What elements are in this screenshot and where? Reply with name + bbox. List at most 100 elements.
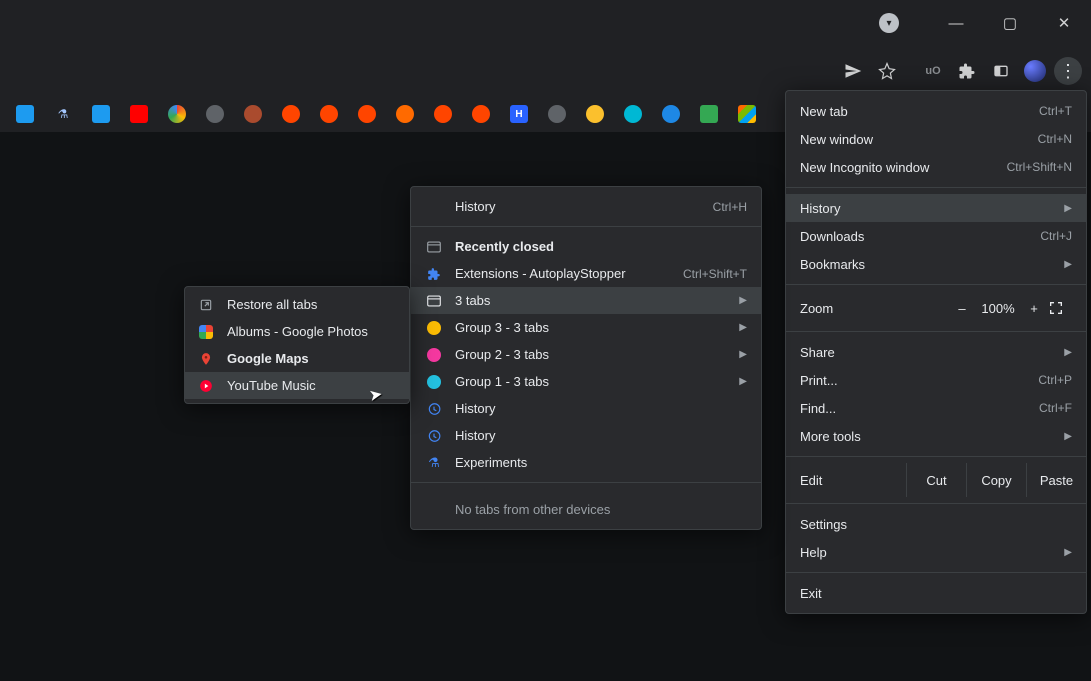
- browser-toolbar: uO ⋮: [0, 46, 1091, 96]
- bookmark-icon[interactable]: [358, 105, 376, 123]
- menu-separator: [786, 187, 1086, 188]
- history-item-group2[interactable]: Group 2 - 3 tabs▶: [411, 341, 761, 368]
- menu-separator: [786, 572, 1086, 573]
- edit-cut-button[interactable]: Cut: [906, 463, 966, 497]
- flask-icon: ⚗: [425, 454, 443, 472]
- history-item-group3[interactable]: Group 3 - 3 tabs▶: [411, 314, 761, 341]
- menu-item-edit: Edit Cut Copy Paste: [786, 463, 1086, 497]
- bookmark-icon[interactable]: [130, 105, 148, 123]
- history-item-extension[interactable]: Extensions - AutoplayStopperCtrl+Shift+T: [411, 260, 761, 287]
- zoom-out-button[interactable]: –: [948, 301, 976, 316]
- bookmark-icon[interactable]: H: [510, 105, 528, 123]
- group-dot-icon: [425, 319, 443, 337]
- menu-item-share[interactable]: Share▶: [786, 338, 1086, 366]
- group-dot-icon: [425, 373, 443, 391]
- edit-paste-button[interactable]: Paste: [1026, 463, 1086, 497]
- window-titlebar: ▾ — ▢ ✕: [0, 0, 1091, 46]
- menu-item-zoom: Zoom – 100% +: [786, 291, 1086, 325]
- menu-item-print[interactable]: Print...Ctrl+P: [786, 366, 1086, 394]
- bookmark-icon[interactable]: [548, 105, 566, 123]
- menu-separator: [411, 226, 761, 227]
- history-item-3tabs[interactable]: 3 tabs▶: [411, 287, 761, 314]
- fullscreen-icon[interactable]: [1048, 300, 1072, 316]
- menu-item-new-window[interactable]: New windowCtrl+N: [786, 125, 1086, 153]
- history-item-experiments[interactable]: ⚗ Experiments: [411, 449, 761, 476]
- google-photos-icon: [197, 323, 215, 341]
- submenu-restore-all[interactable]: Restore all tabs: [185, 291, 409, 318]
- bookmark-icon[interactable]: [662, 105, 680, 123]
- bookmark-icon[interactable]: [92, 105, 110, 123]
- zoom-label: Zoom: [800, 301, 948, 316]
- menu-item-settings[interactable]: Settings: [786, 510, 1086, 538]
- bookmark-icon[interactable]: [738, 105, 756, 123]
- chrome-main-menu: New tabCtrl+T New windowCtrl+N New Incog…: [785, 90, 1087, 614]
- youtube-music-icon: [197, 377, 215, 395]
- menu-separator: [411, 482, 761, 483]
- window-controls: — ▢ ✕: [929, 0, 1091, 46]
- bookmark-icon[interactable]: [472, 105, 490, 123]
- zoom-in-button[interactable]: +: [1020, 301, 1048, 316]
- menu-item-more-tools[interactable]: More tools▶: [786, 422, 1086, 450]
- menu-separator: [786, 503, 1086, 504]
- send-icon[interactable]: [840, 58, 866, 84]
- window-icon: [425, 238, 443, 256]
- star-icon[interactable]: [874, 58, 900, 84]
- menu-separator: [786, 284, 1086, 285]
- chevron-right-icon: ▶: [739, 322, 747, 333]
- ublock-icon[interactable]: uO: [920, 58, 946, 84]
- bookmark-icon[interactable]: [168, 105, 186, 123]
- bookmark-icon[interactable]: [624, 105, 642, 123]
- chrome-menu-button[interactable]: ⋮: [1054, 57, 1082, 85]
- submenu-albums[interactable]: Albums - Google Photos: [185, 318, 409, 345]
- menu-item-exit[interactable]: Exit: [786, 579, 1086, 607]
- cast-dropdown-icon[interactable]: ▾: [879, 13, 899, 33]
- chevron-right-icon: ▶: [739, 295, 747, 306]
- history-clock-icon: [425, 400, 443, 418]
- external-link-icon: [197, 296, 215, 314]
- history-clock-icon: [425, 427, 443, 445]
- chevron-right-icon: ▶: [739, 376, 747, 387]
- puzzle-icon: [425, 265, 443, 283]
- bookmark-icon[interactable]: ⚗: [54, 105, 72, 123]
- no-other-devices-label: No tabs from other devices: [411, 489, 761, 529]
- bookmark-icon[interactable]: [320, 105, 338, 123]
- maximize-button[interactable]: ▢: [983, 0, 1037, 46]
- history-item-history1[interactable]: History: [411, 395, 761, 422]
- menu-item-downloads[interactable]: DownloadsCtrl+J: [786, 222, 1086, 250]
- menu-item-history[interactable]: History▶: [786, 194, 1086, 222]
- chevron-right-icon: ▶: [739, 349, 747, 360]
- close-button[interactable]: ✕: [1037, 0, 1091, 46]
- extensions-icon[interactable]: [954, 58, 980, 84]
- history-item-group1[interactable]: Group 1 - 3 tabs▶: [411, 368, 761, 395]
- avatar-icon[interactable]: [1022, 58, 1048, 84]
- bookmark-icon[interactable]: [396, 105, 414, 123]
- submenu-google-maps[interactable]: Google Maps: [185, 345, 409, 372]
- chevron-right-icon: ▶: [1064, 347, 1072, 358]
- bookmark-icon[interactable]: [206, 105, 224, 123]
- minimize-button[interactable]: —: [929, 0, 983, 46]
- edit-copy-button[interactable]: Copy: [966, 463, 1026, 497]
- chevron-right-icon: ▶: [1064, 431, 1072, 442]
- bookmark-icon[interactable]: [16, 105, 34, 123]
- tab-icon[interactable]: [988, 58, 1014, 84]
- menu-item-find[interactable]: Find...Ctrl+F: [786, 394, 1086, 422]
- bookmark-icon[interactable]: [282, 105, 300, 123]
- menu-item-incognito[interactable]: New Incognito windowCtrl+Shift+N: [786, 153, 1086, 181]
- chevron-right-icon: ▶: [1064, 547, 1072, 558]
- menu-item-bookmarks[interactable]: Bookmarks▶: [786, 250, 1086, 278]
- submenu-youtube-music[interactable]: YouTube Music: [185, 372, 409, 399]
- group-dot-icon: [425, 346, 443, 364]
- menu-item-new-tab[interactable]: New tabCtrl+T: [786, 97, 1086, 125]
- menu-separator: [786, 331, 1086, 332]
- history-item-history2[interactable]: History: [411, 422, 761, 449]
- bookmark-icon[interactable]: [586, 105, 604, 123]
- menu-item-help[interactable]: Help▶: [786, 538, 1086, 566]
- chevron-right-icon: ▶: [1064, 203, 1072, 214]
- recently-closed-heading: Recently closed: [411, 233, 761, 260]
- history-title[interactable]: HistoryCtrl+H: [411, 193, 761, 220]
- bookmark-icon[interactable]: [244, 105, 262, 123]
- bookmark-icon[interactable]: [700, 105, 718, 123]
- bookmark-icon[interactable]: [434, 105, 452, 123]
- window-icon: [425, 292, 443, 310]
- edit-label: Edit: [800, 473, 906, 488]
